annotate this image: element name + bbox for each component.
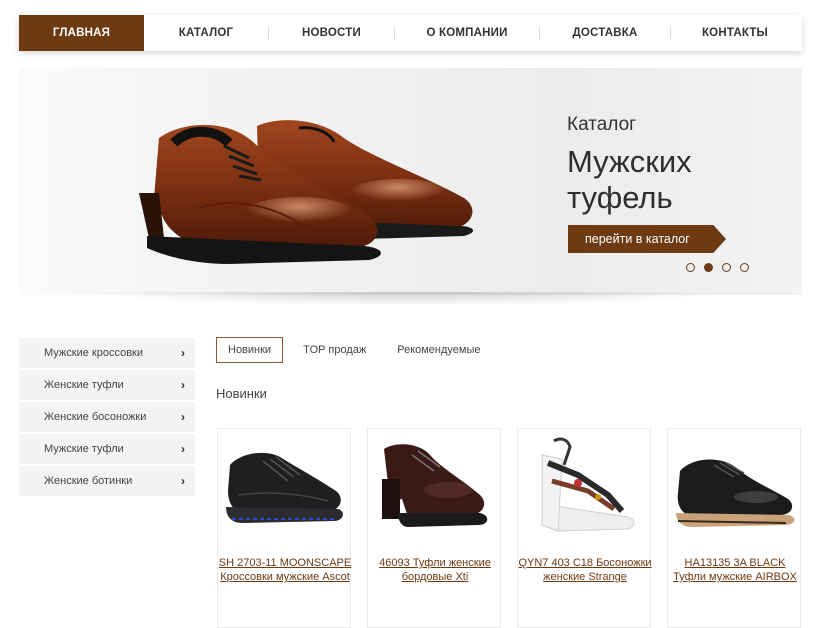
sidebar-item-label: Женские туфли: [44, 379, 124, 391]
product-link[interactable]: HA13135 3A BLACK Туфли мужские AIRBOX: [668, 556, 802, 584]
product-link[interactable]: QYN7 403 C18 Босоножки женские Strange: [518, 556, 652, 584]
slider-dot[interactable]: [740, 263, 749, 272]
product-card[interactable]: QYN7 403 C18 Босоножки женские Strange: [517, 428, 652, 628]
nav-item-catalog[interactable]: КАТАЛОГ: [144, 15, 268, 51]
nav-item-home[interactable]: ГЛАВНАЯ: [19, 15, 144, 51]
main-nav: ГЛАВНАЯ КАТАЛОГ НОВОСТИ О КОМПАНИИ ДОСТА…: [19, 15, 802, 51]
slider-dot[interactable]: [722, 263, 731, 272]
slider-dots: [686, 263, 749, 272]
chevron-right-icon: ›: [181, 410, 185, 424]
chevron-right-icon: ›: [181, 346, 185, 360]
wedge-sandal-icon: [541, 437, 635, 532]
black-sneaker-icon: [226, 452, 343, 523]
black-oxford-shoe-icon: [676, 459, 795, 527]
chevron-right-icon: ›: [181, 442, 185, 456]
chevron-right-icon: ›: [181, 474, 185, 488]
nav-item-news[interactable]: НОВОСТИ: [269, 15, 394, 51]
sidebar-item-label: Женские босоножки: [44, 411, 147, 423]
product-card[interactable]: HA13135 3A BLACK Туфли мужские AIRBOX: [667, 428, 801, 628]
nav-item-label: КАТАЛОГ: [178, 27, 234, 39]
nav-item-label: НОВОСТИ: [302, 27, 361, 39]
slider-dot[interactable]: [686, 263, 695, 272]
nav-item-label: ГЛАВНАЯ: [52, 27, 111, 39]
sidebar-item-label: Мужские кроссовки: [44, 347, 143, 359]
product-tabs: Новинки TOP продаж Рекомендуемые: [216, 337, 492, 363]
nav-item-contacts[interactable]: КОНТАКТЫ: [671, 15, 799, 51]
banner-title: Мужских туфель: [567, 144, 692, 215]
category-sidebar: Мужские кроссовки › Женские туфли › Женс…: [19, 338, 195, 498]
sidebar-item-womens-boots[interactable]: Женские ботинки ›: [19, 466, 195, 496]
sidebar-item-mens-shoes[interactable]: Мужские туфли ›: [19, 434, 195, 464]
nav-item-label: КОНТАКТЫ: [701, 27, 769, 39]
nav-item-label: ДОСТАВКА: [572, 27, 638, 39]
nav-item-about[interactable]: О КОМПАНИИ: [395, 15, 539, 51]
section-title: Новинки: [216, 386, 267, 401]
sidebar-item-mens-sneakers[interactable]: Мужские кроссовки ›: [19, 338, 195, 368]
tab-new[interactable]: Новинки: [216, 337, 284, 363]
sidebar-item-womens-sandals[interactable]: Женские босоножки ›: [19, 402, 195, 432]
sidebar-item-womens-shoes[interactable]: Женские туфли ›: [19, 370, 195, 400]
brown-oxford-shoes-icon: [139, 120, 474, 264]
product-grid: SH 2703-11 MOONSCAPE Кроссовки мужские A…: [217, 428, 801, 628]
hero-banner: Каталог Мужских туфель перейти в каталог: [19, 68, 802, 295]
sidebar-item-label: Мужские туфли: [44, 443, 124, 455]
banner-shadow: [90, 292, 730, 306]
nav-item-label: О КОМПАНИИ: [426, 27, 508, 39]
product-card[interactable]: SH 2703-11 MOONSCAPE Кроссовки мужские A…: [217, 428, 351, 628]
product-link[interactable]: 46093 Туфли женские бордовые Xti: [368, 556, 502, 584]
burgundy-heel-boot-icon: [382, 444, 488, 527]
product-card[interactable]: 46093 Туфли женские бордовые Xti: [367, 428, 501, 628]
chevron-right-icon: ›: [181, 378, 185, 392]
tab-recommended[interactable]: Рекомендуемые: [386, 337, 491, 363]
sidebar-item-label: Женские ботинки: [44, 475, 133, 487]
product-link[interactable]: SH 2703-11 MOONSCAPE Кроссовки мужские A…: [218, 556, 352, 584]
banner-subtitle: Каталог: [567, 114, 637, 135]
nav-item-delivery[interactable]: ДОСТАВКА: [540, 15, 670, 51]
go-to-catalog-button[interactable]: перейти в каталог: [568, 225, 726, 253]
slider-dot-active[interactable]: [704, 263, 713, 272]
tab-top-sales[interactable]: TOP продаж: [292, 337, 377, 363]
